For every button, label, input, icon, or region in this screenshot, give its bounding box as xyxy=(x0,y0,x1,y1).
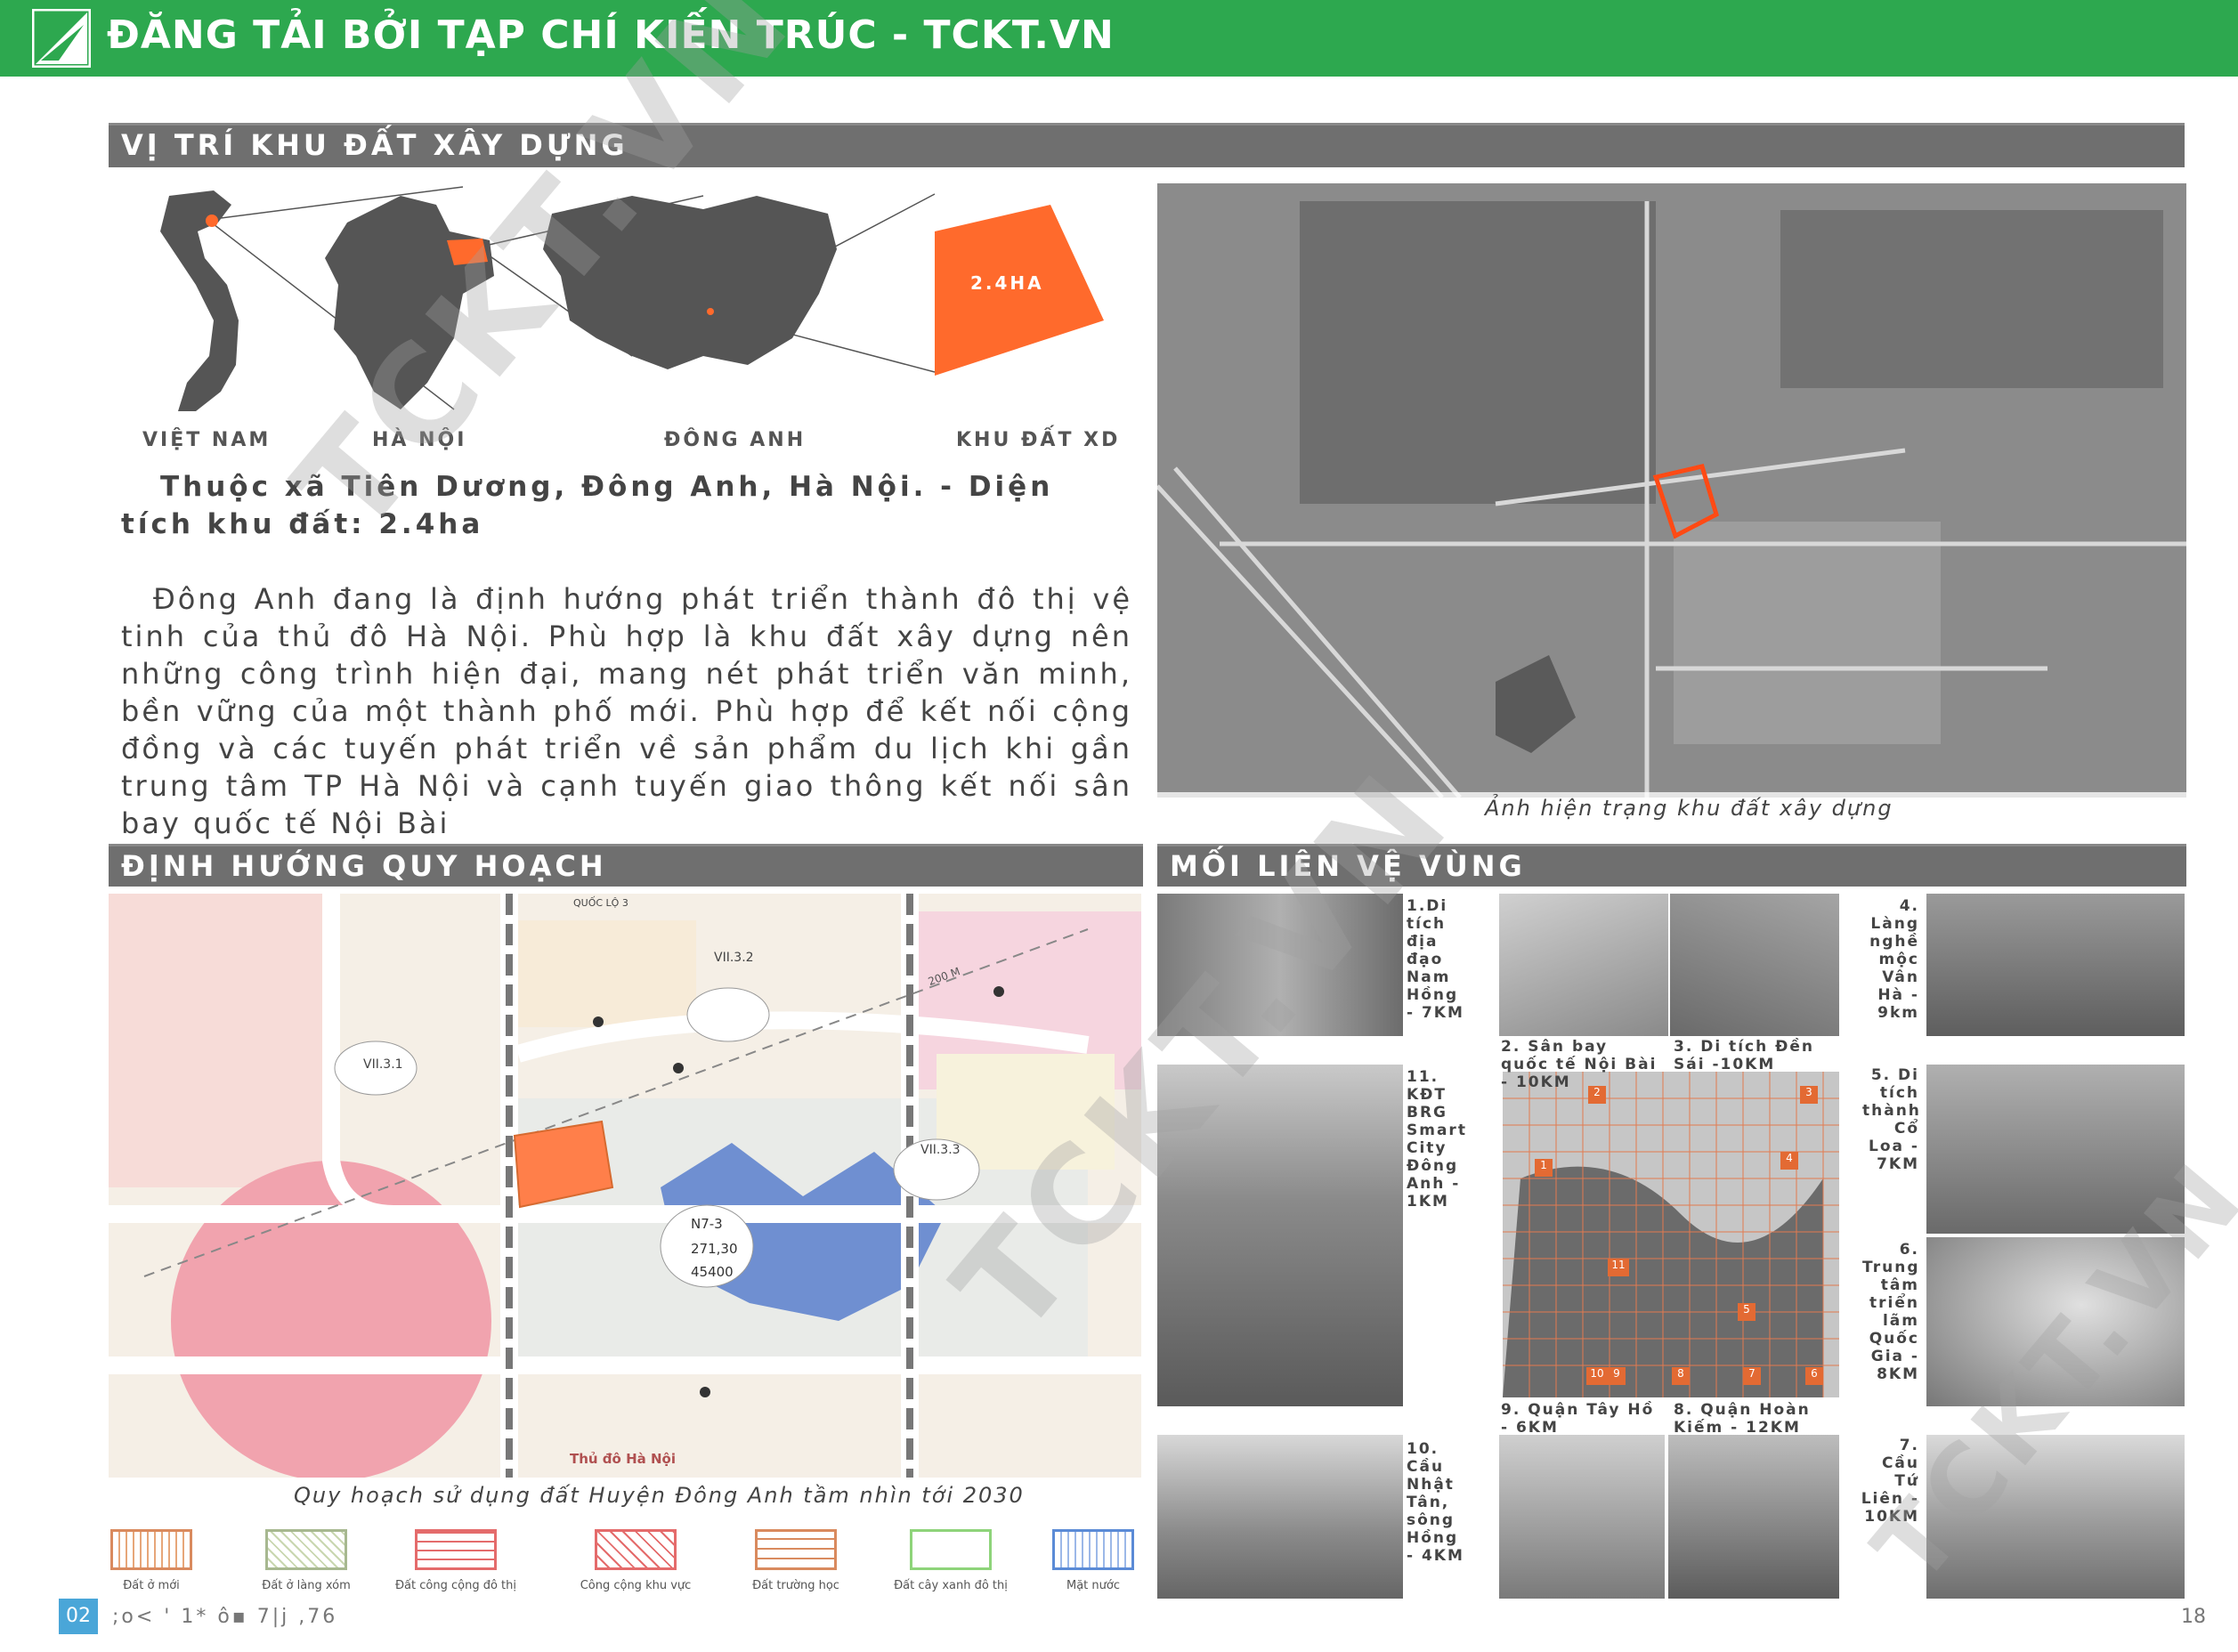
legend-label-1: Đất ở làng xóm xyxy=(262,1579,351,1592)
block-main-pop: 45400 xyxy=(691,1264,734,1280)
region-grid-map xyxy=(1503,1072,1839,1397)
legend-swatch-4 xyxy=(755,1529,837,1570)
intro-body: Đông Anh đang là định hướng phát triển t… xyxy=(121,582,1132,840)
vietnam-map-shape xyxy=(160,190,239,411)
photo-van-ha xyxy=(1926,894,2185,1036)
map-label-dongan: ĐÔNG ANH xyxy=(664,429,807,451)
intro-lead: Thuộc xã Tiên Dương, Đông Anh, Hà Nội. -… xyxy=(121,471,1054,540)
photo-co-loa xyxy=(1926,1065,2185,1234)
page-number-left: 02 xyxy=(59,1599,98,1634)
dongan-map-shape xyxy=(543,196,837,369)
legend-swatch-5 xyxy=(910,1529,992,1570)
region-marker-9: 9 xyxy=(1608,1367,1626,1385)
tckt-logo-icon xyxy=(31,8,92,69)
photo-airport xyxy=(1499,894,1668,1036)
banner-title: ĐĂNG TẢI BỞI TẠP CHÍ KIẾN TRÚC - TCKT.VN xyxy=(107,12,1115,58)
block-main-name: N7-3 xyxy=(691,1216,723,1232)
region-label-1: 1.Di tích địa đạo Nam Hồng - 7KM xyxy=(1407,897,1464,1022)
planning-caption: Quy hoạch sử dụng đất Huyện Đông Anh tầm… xyxy=(294,1483,1025,1508)
region-label-7: 7. Cầu Tứ Liên - 10KM xyxy=(1861,1437,1919,1526)
region-marker-1: 1 xyxy=(1535,1159,1553,1177)
region-label-6: 6. Trung tâm triển lãm Quốc Gia - 8KM xyxy=(1862,1241,1920,1383)
planning-map xyxy=(109,894,1141,1478)
region-marker-7: 7 xyxy=(1743,1367,1761,1385)
photo-brg-smart-city xyxy=(1157,1065,1403,1406)
photo-den-sai xyxy=(1670,894,1839,1036)
region-marker-6: 6 xyxy=(1805,1367,1823,1385)
aerial-photo xyxy=(1157,183,2186,798)
block-label-c: VII.3.3 xyxy=(920,1143,961,1157)
legend-label-2: Đất công cộng đô thị xyxy=(394,1579,516,1592)
block-label-b: VII.3.1 xyxy=(363,1057,403,1072)
photo-exhibition-center xyxy=(1926,1237,2185,1406)
region-marker-4: 4 xyxy=(1780,1152,1798,1170)
region-label-5: 5. Di tích thành Cổ Loa - 7KM xyxy=(1862,1066,1921,1173)
region-label-9: 9. Quận Tây Hồ - 6KM xyxy=(1501,1401,1655,1437)
aerial-caption: Ảnh hiện trạng khu đất xây dựng xyxy=(1485,796,1893,821)
photo-tu-lien-bridge xyxy=(1926,1435,2185,1599)
section-header-location: VỊ TRÍ KHU ĐẤT XÂY DỰNG xyxy=(109,123,2185,167)
legend-label-0: Đất ở mới xyxy=(123,1579,180,1592)
legend-swatch-0 xyxy=(110,1529,192,1570)
block-main-area: 271,30 xyxy=(691,1241,738,1257)
legend-swatch-6 xyxy=(1052,1529,1134,1570)
region-label-10: 10. Cầu Nhật Tân, sông Hồng - 4KM xyxy=(1407,1440,1464,1565)
region-label-8: 8. Quận Hoàn Kiếm - 12KM xyxy=(1674,1401,1811,1437)
legend-swatch-1 xyxy=(265,1529,347,1570)
legend-label-4: Đất trường học xyxy=(752,1579,839,1592)
location-maps xyxy=(134,178,1131,427)
block-label-a: VII.3.2 xyxy=(714,951,754,965)
photo-tay-ho xyxy=(1499,1435,1665,1599)
photo-tunnel xyxy=(1157,894,1403,1036)
region-label-3: 3. Di tích Đền Sái -10KM xyxy=(1674,1038,1814,1073)
page-number-right: 18 xyxy=(2181,1606,2206,1628)
region-marker-3: 3 xyxy=(1800,1086,1818,1104)
legend-label-6: Mặt nước xyxy=(1066,1579,1120,1592)
site-area-label: 2.4HA xyxy=(970,272,1044,294)
section-header-planning: ĐỊNH HƯỚNG QUY HOẠCH xyxy=(109,844,1143,887)
legend-label-5: Đất cây xanh đô thị xyxy=(894,1579,1008,1592)
region-marker-5: 5 xyxy=(1738,1303,1756,1321)
legend-swatch-2 xyxy=(415,1529,497,1570)
footer-code: ;o< ' 1* ô▪ 7|j ,76 xyxy=(112,1606,338,1628)
section-header-region: MỐI LIÊN VỆ VÙNG xyxy=(1157,844,2186,887)
legend-label-3: Công cộng khu vực xyxy=(580,1579,692,1592)
photo-nhat-tan-bridge xyxy=(1157,1435,1403,1599)
region-label-4: 4. Làng nghề mộc Vân Hà - 9km xyxy=(1869,897,1919,1022)
map-label-site: KHU ĐẤT XD xyxy=(956,429,1121,451)
region-marker-8: 8 xyxy=(1672,1367,1690,1385)
region-label-2: 2. Sân bay quốc tế Nội Bài - 10KM xyxy=(1501,1038,1658,1091)
region-marker-11: 11 xyxy=(1608,1259,1629,1276)
map-footer-text: Thủ đô Hà Nội xyxy=(570,1451,676,1467)
region-label-11: 11. KĐT BRG Smart City Đông Anh - 1KM xyxy=(1407,1068,1467,1211)
map-label-vietnam: VIỆT NAM xyxy=(142,429,272,451)
map-label-hanoi: HÀ NỘI xyxy=(372,429,467,451)
legend-swatch-3 xyxy=(595,1529,677,1570)
region-marker-10: 10 xyxy=(1586,1367,1608,1385)
hanoi-map-shape xyxy=(325,196,494,409)
legend: Đất ở mới Đất ở làng xóm Đất công cộng đ… xyxy=(110,1529,1143,1600)
photo-hoan-kiem xyxy=(1668,1435,1839,1599)
road-label: QUỐC LỘ 3 xyxy=(573,897,628,909)
